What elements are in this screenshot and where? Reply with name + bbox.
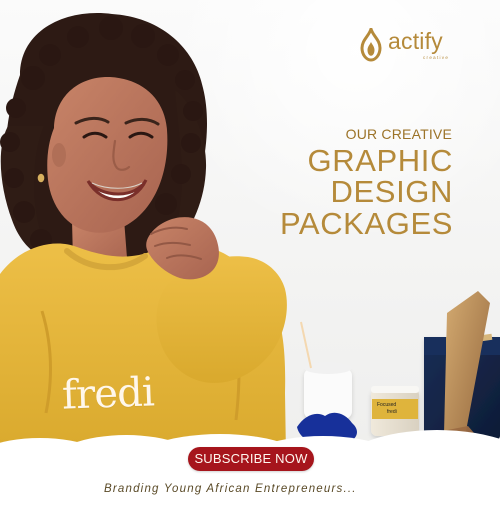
jar-label-brand: fredi	[387, 409, 397, 415]
hero-scene	[0, 13, 500, 514]
cloud-foreground	[0, 430, 500, 514]
sweater-brand-text: fredi	[61, 369, 155, 419]
white-cup	[304, 368, 352, 419]
subscribe-button-label: SUBSCRIBE NOW	[194, 451, 308, 466]
jar-label-title: Focused	[377, 402, 397, 408]
tagline: Branding Young African Entrepreneurs...	[104, 483, 357, 495]
ad-canvas: actify creative OUR CREATIVE GRAPHIC DES…	[0, 0, 500, 514]
subscribe-button[interactable]: SUBSCRIBE NOW	[188, 447, 314, 471]
